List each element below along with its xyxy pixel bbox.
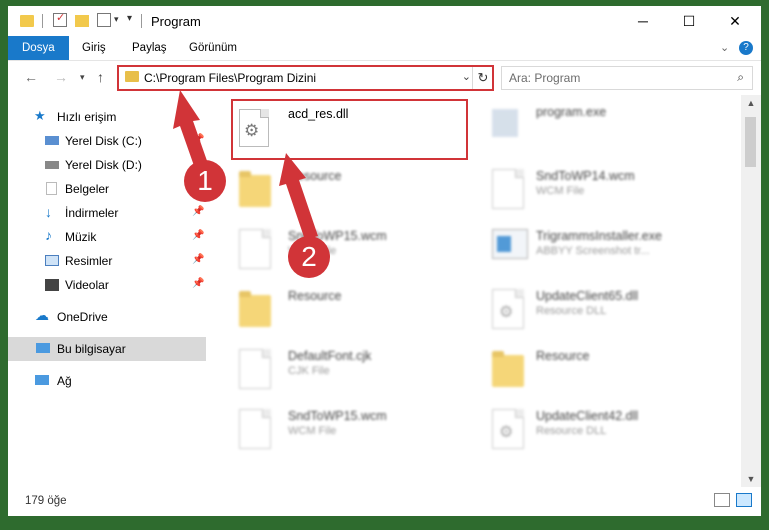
annotation-badge-2: 2 bbox=[288, 236, 330, 278]
annotation-badge-1: 1 bbox=[184, 160, 226, 202]
arrow-2 bbox=[279, 153, 318, 240]
annotation-arrows bbox=[173, 90, 318, 240]
